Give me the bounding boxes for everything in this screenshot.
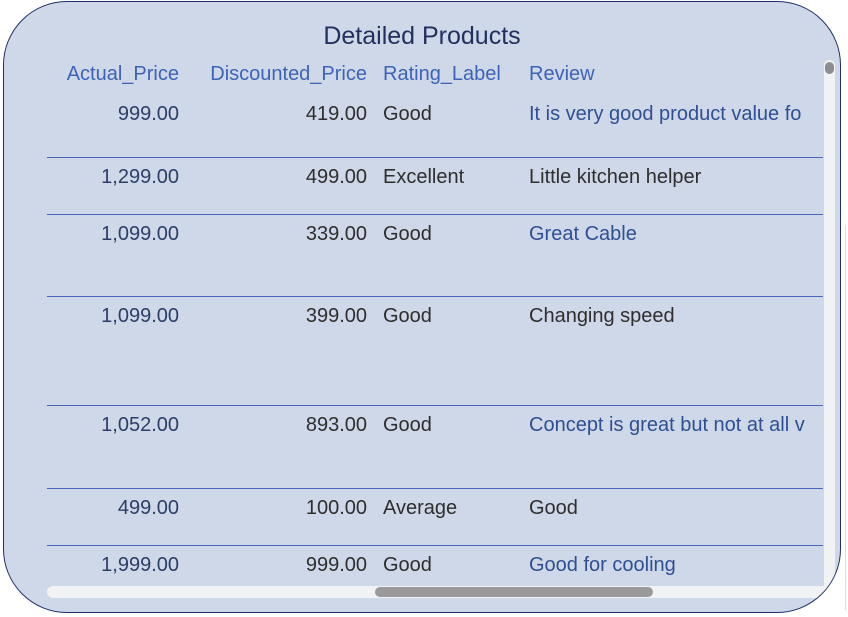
column-header-actual-price[interactable]: Actual_Price xyxy=(47,63,179,86)
discounted-price-cell: 499.00 xyxy=(305,166,367,188)
vertical-scrollbar-thumb[interactable] xyxy=(825,62,834,74)
products-panel: Detailed Products Actual_Price Discounte… xyxy=(3,1,841,613)
products-table: Actual_Price Discounted_Price Rating_Lab… xyxy=(47,57,823,582)
table-row[interactable]: 1,052.00 893.00 Good Concept is great bu… xyxy=(47,406,823,489)
table-row[interactable]: 999.00 419.00 Good It is very good produ… xyxy=(47,95,823,158)
horizontal-scrollbar-thumb[interactable] xyxy=(375,587,653,597)
table-row[interactable]: 1,999.00 999.00 Good Good for cooling xyxy=(47,546,823,582)
review-cell: Concept is great but not at all v xyxy=(529,414,805,436)
actual-price-cell: 499.00 xyxy=(117,497,179,519)
column-header-discounted-price[interactable]: Discounted_Price xyxy=(187,63,367,86)
actual-price-cell: 999.00 xyxy=(117,103,179,125)
rating-label-cell: Average xyxy=(383,497,458,519)
actual-price-cell: 1,099.00 xyxy=(101,305,179,327)
review-cell: Good for cooling xyxy=(529,554,676,576)
actual-price-cell: 1,299.00 xyxy=(101,166,179,188)
review-cell: Little kitchen helper xyxy=(529,166,702,188)
actual-price-cell: 1,052.00 xyxy=(101,414,179,436)
table-row[interactable]: 1,299.00 499.00 Excellent Little kitchen… xyxy=(47,158,823,215)
discounted-price-cell: 100.00 xyxy=(305,497,367,519)
review-cell: It is very good product value fo xyxy=(529,103,802,125)
review-cell: Great Cable xyxy=(529,223,637,245)
rating-label-cell: Excellent xyxy=(383,166,465,188)
rating-label-cell: Good xyxy=(383,103,432,125)
table-row[interactable]: 1,099.00 399.00 Good Changing speed xyxy=(47,297,823,406)
column-header-rating-label[interactable]: Rating_Label xyxy=(383,63,501,86)
discounted-price-cell: 999.00 xyxy=(305,554,367,576)
discounted-price-cell: 339.00 xyxy=(305,223,367,245)
discounted-price-cell: 893.00 xyxy=(305,414,367,436)
review-cell: Good xyxy=(529,497,578,519)
actual-price-cell: 1,999.00 xyxy=(101,554,179,576)
rating-label-cell: Good xyxy=(383,554,432,576)
rating-label-cell: Good xyxy=(383,414,432,436)
vertical-scrollbar[interactable] xyxy=(824,60,835,590)
table-row[interactable]: 499.00 100.00 Average Good xyxy=(47,489,823,546)
rating-label-cell: Good xyxy=(383,223,432,245)
actual-price-cell: 1,099.00 xyxy=(101,223,179,245)
column-header-review[interactable]: Review xyxy=(529,63,595,86)
horizontal-scrollbar[interactable] xyxy=(47,586,829,598)
rating-label-cell: Good xyxy=(383,305,432,327)
window-edge-divider xyxy=(845,225,846,610)
discounted-price-cell: 399.00 xyxy=(305,305,367,327)
discounted-price-cell: 419.00 xyxy=(305,103,367,125)
page-title: Detailed Products xyxy=(323,22,521,50)
table-row[interactable]: 1,099.00 339.00 Good Great Cable xyxy=(47,215,823,297)
review-cell: Changing speed xyxy=(529,305,675,327)
